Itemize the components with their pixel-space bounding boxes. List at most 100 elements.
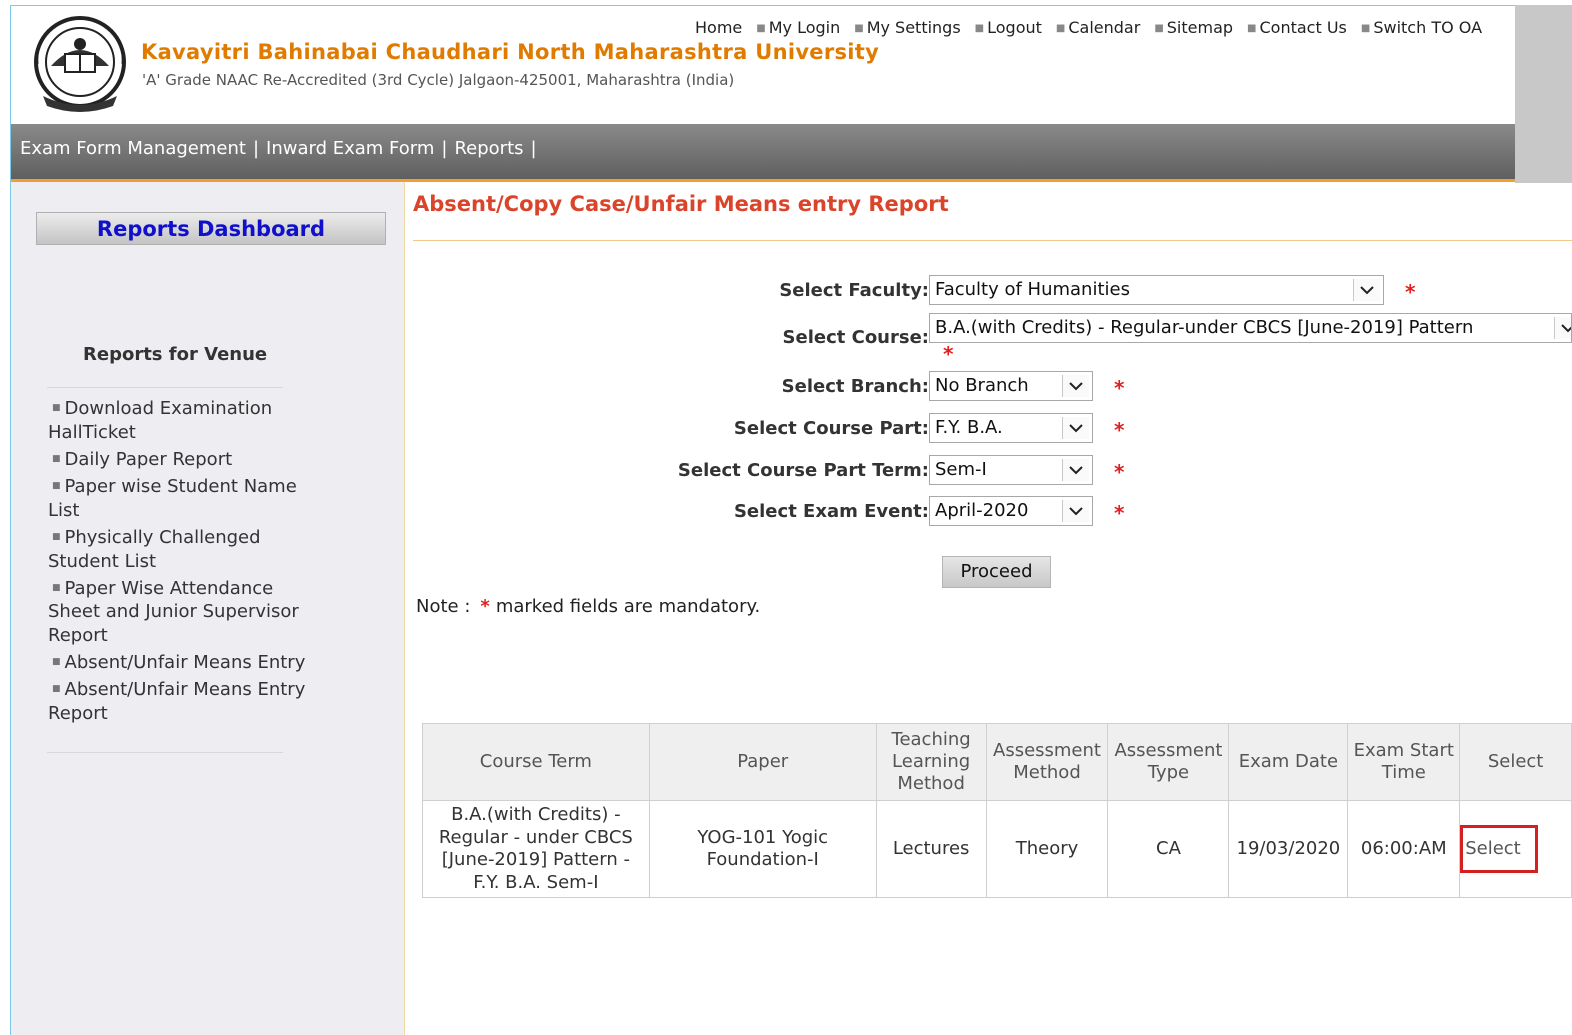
course-select[interactable]: B.A.(with Credits) - Regular-under CBCS …	[929, 313, 1572, 343]
cell-assessment-method: Theory	[985, 800, 1109, 898]
sidebar-item-label: Download Examination HallTicket	[48, 398, 273, 443]
venue-report-list: ■ Download Examination HallTicket ■ Daily …	[48, 397, 328, 729]
proceed-button[interactable]: Proceed	[942, 556, 1051, 588]
chevron-down-icon	[1062, 417, 1089, 439]
scrollbar-gutter	[1515, 5, 1572, 183]
cell-exam-date: 19/03/2020	[1228, 800, 1349, 898]
chevron-down-icon	[1062, 459, 1089, 481]
table-row: B.A.(with Credits) - Regular - under CBC…	[422, 800, 1572, 898]
nav-reports[interactable]: Reports	[454, 138, 523, 159]
cell-course-term: B.A.(with Credits) - Regular - under CBC…	[422, 800, 650, 898]
note-prefix: Note :	[416, 596, 471, 617]
my-settings-link[interactable]: My Settings	[867, 18, 961, 37]
university-subtitle: 'A' Grade NAAC Re-Accredited (3rd Cycle)…	[142, 71, 735, 89]
note-text: marked fields are mandatory.	[495, 596, 761, 617]
bullet-icon: ■	[1055, 23, 1066, 34]
cell-paper: YOG-101 Yogic Foundation-I	[648, 800, 877, 898]
sidebar-item-attendance-sheet[interactable]: ■ Paper Wise Attendance Sheet and Junior …	[48, 577, 328, 648]
sidebar-item-label: Physically Challenged Student List	[48, 526, 261, 572]
university-name: Kavayitri Bahinabai Chaudhari North Maha…	[141, 40, 880, 64]
column-header-assessment-type: Assessment Type	[1107, 723, 1230, 801]
required-marker: *	[1114, 460, 1125, 484]
required-marker: *	[1114, 376, 1125, 400]
course-value: B.A.(with Credits) - Regular-under CBCS …	[935, 317, 1474, 338]
sidebar-section-title: Reports for Venue	[83, 344, 268, 365]
paper-table: Course Term Paper Teaching Learning Meth…	[422, 723, 1572, 898]
home-link[interactable]: Home	[695, 18, 742, 37]
branch-select[interactable]: No Branch	[929, 371, 1093, 401]
bullet-icon: ■	[52, 454, 61, 464]
column-header-exam-date: Exam Date	[1228, 723, 1349, 801]
cell-exam-start-time: 06:00:AM	[1347, 800, 1461, 898]
logout-link[interactable]: Logout	[987, 18, 1042, 37]
required-marker: *	[480, 596, 490, 617]
faculty-label: Select Faculty:	[779, 280, 929, 301]
bullet-icon: ■	[52, 532, 61, 542]
nav-separator: |	[530, 138, 537, 159]
sidebar-item-daily-paper-report[interactable]: ■ Daily Paper Report	[48, 448, 328, 472]
sidebar-item-absent-entry-report[interactable]: ■ Absent/Unfair Means Entry Report	[48, 678, 328, 725]
faculty-value: Faculty of Humanities	[935, 279, 1130, 300]
sidebar: Reports Dashboard Reports for Venue ■ Dow…	[11, 182, 405, 1035]
exam-event-label: Select Exam Event:	[733, 501, 929, 522]
required-marker: *	[1114, 501, 1125, 525]
bullet-icon: ■	[756, 23, 766, 34]
column-header-select: Select	[1459, 723, 1572, 801]
bullet-icon: ■	[52, 582, 61, 593]
university-logo-icon	[34, 16, 126, 112]
column-header-assessment-method: Assessment Method	[985, 723, 1109, 801]
column-header-exam-start-time: Exam Start Time	[1347, 723, 1461, 801]
select-link[interactable]: Select	[1460, 825, 1538, 873]
sidebar-item-paper-wise-student-list[interactable]: ■ Paper wise Student Name List	[48, 475, 328, 522]
sidebar-item-physically-challenged[interactable]: ■ Physically Challenged Student List	[48, 526, 328, 573]
required-marker: *	[943, 342, 954, 366]
mandatory-note: Note : * marked fields are mandatory.	[416, 596, 760, 617]
reports-dashboard-button[interactable]: Reports Dashboard	[36, 212, 386, 245]
sidebar-item-download-hallticket[interactable]: ■ Download Examination HallTicket	[48, 397, 328, 444]
sidebar-item-label: Paper Wise Attendance Sheet and Junior S…	[48, 577, 299, 646]
sidebar-item-label: Daily Paper Report	[64, 448, 233, 470]
sidebar-item-label: Paper wise Student Name List	[48, 476, 297, 521]
nav-separator: |	[252, 138, 260, 159]
bullet-icon: ■	[52, 403, 61, 414]
table-header-row: Course Term Paper Teaching Learning Meth…	[422, 723, 1572, 801]
bullet-icon: ■	[1154, 23, 1164, 34]
cell-assessment-type: CA	[1107, 800, 1230, 898]
nav-inward-exam-form[interactable]: Inward Exam Form	[266, 138, 434, 159]
contact-us-link[interactable]: Contact Us	[1259, 18, 1346, 37]
exam-event-select[interactable]: April-2020	[929, 496, 1093, 526]
calendar-link[interactable]: Calendar	[1068, 18, 1140, 37]
sidebar-item-label: Absent/Unfair Means Entry Report	[48, 679, 306, 724]
top-links: Home ■ My Login ■ My Settings ■ Logout ■ Calenda…	[695, 18, 1482, 37]
sidebar-item-absent-entry[interactable]: ■ Absent/Unfair Means Entry	[48, 651, 328, 675]
bullet-icon: ■	[52, 481, 61, 492]
bullet-icon: ■	[1360, 23, 1371, 34]
my-login-link[interactable]: My Login	[769, 18, 841, 37]
bullet-icon: ■	[974, 23, 985, 34]
bullet-icon: ■	[854, 23, 864, 34]
sitemap-link[interactable]: Sitemap	[1167, 18, 1233, 37]
column-header-paper: Paper	[648, 723, 877, 801]
course-part-term-select[interactable]: Sem-I	[929, 455, 1093, 485]
chevron-down-icon	[1554, 317, 1571, 339]
course-part-select[interactable]: F.Y. B.A.	[929, 413, 1093, 443]
bullet-icon: ■	[52, 657, 61, 667]
sidebar-item-label: Absent/Unfair Means Entry	[64, 651, 306, 673]
branch-value: No Branch	[935, 375, 1029, 396]
bullet-icon: ■	[1247, 23, 1257, 34]
cell-teaching-method: Lectures	[875, 800, 987, 898]
nav-exam-form-management[interactable]: Exam Form Management	[20, 138, 246, 159]
required-marker: *	[1405, 280, 1416, 304]
switch-to-oa-link[interactable]: Switch TO OA	[1373, 18, 1482, 37]
course-label: Select Course:	[782, 327, 929, 348]
divider	[47, 752, 283, 753]
course-part-label: Select Course Part:	[733, 418, 929, 439]
column-header-course-term: Course Term	[422, 723, 650, 801]
divider	[413, 240, 1572, 241]
nav-separator: |	[441, 138, 448, 159]
chevron-down-icon	[1062, 500, 1089, 522]
main-nav: Exam Form Management | Inward Exam Form | Re…	[11, 124, 1515, 182]
cell-select: Select	[1459, 800, 1572, 898]
faculty-select[interactable]: Faculty of Humanities	[929, 275, 1384, 305]
course-part-term-label: Select Course Part Term:	[677, 460, 929, 481]
